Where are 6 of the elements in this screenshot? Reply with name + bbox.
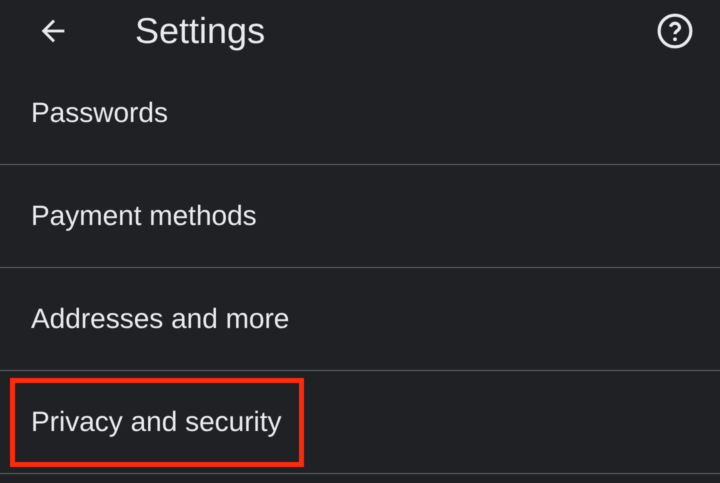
settings-item[interactable]: Privacy and security: [31, 406, 282, 438]
page-title: Settings: [135, 10, 266, 52]
help-button[interactable]: [656, 12, 694, 50]
settings-item[interactable]: Addresses and more: [31, 303, 290, 335]
settings-item[interactable]: Payment methods: [31, 200, 257, 232]
settings-item[interactable]: Passwords: [31, 97, 168, 129]
